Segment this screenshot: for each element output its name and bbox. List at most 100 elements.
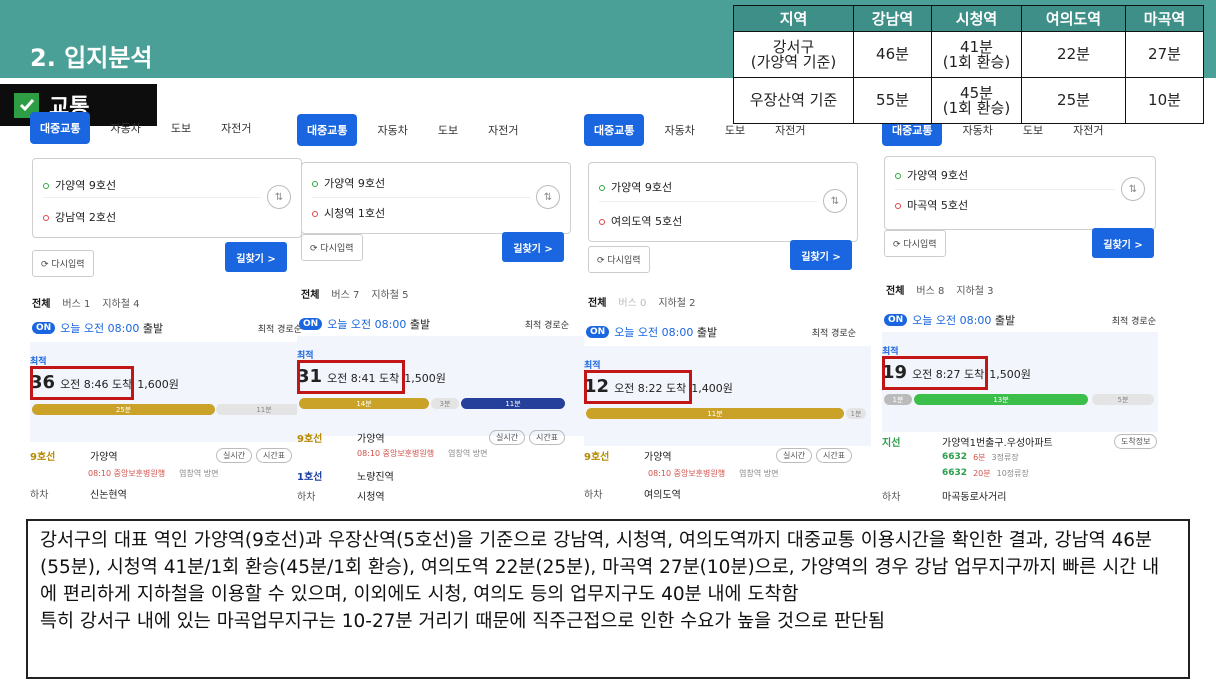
filter-all[interactable]: 전체 <box>301 286 319 301</box>
sort-dropdown[interactable]: 최적 경로순 <box>525 318 569 331</box>
realtime-button[interactable]: 실시간 <box>489 430 526 445</box>
highlight-box <box>584 370 692 404</box>
reset-button[interactable]: ⟳ 다시입력 <box>32 250 94 277</box>
table-cell: 45분 (1회 환승) <box>931 77 1022 124</box>
fare: 1,500원 <box>989 368 1031 381</box>
filter-bus[interactable]: 버스 0 <box>618 294 646 309</box>
realtime-button[interactable]: 실시간 <box>776 448 813 463</box>
highlight-box <box>297 360 405 394</box>
alight-label: 하차 <box>30 490 49 501</box>
timetable-button[interactable]: 시간표 <box>529 430 566 445</box>
train-heading: 염창역 방면 <box>448 449 488 458</box>
origin-dot-icon <box>312 181 318 187</box>
tab-bike[interactable]: 자전거 <box>478 114 528 146</box>
route-result-card[interactable]: 최적 12 오전 8:22 도착 1,400원 11분 1분 <box>584 346 871 446</box>
reset-button[interactable]: ⟳ 다시입력 <box>884 230 946 257</box>
destination-field[interactable]: 시청역 1호선 <box>312 205 385 221</box>
segment-bar: 5분 <box>1092 394 1154 405</box>
on-badge: ON <box>586 326 610 338</box>
realtime-button[interactable]: 실시간 <box>216 448 253 463</box>
filter-bus[interactable]: 버스 8 <box>916 282 944 297</box>
table-cell: 55분 <box>853 77 932 124</box>
origin-dot-icon <box>599 185 605 191</box>
origin-label: 가양역 9호선 <box>611 181 673 194</box>
tab-bike[interactable]: 자전거 <box>211 112 261 144</box>
search-button[interactable]: 길찾기 > <box>1092 228 1154 258</box>
origin-field[interactable]: 가양역 9호선 <box>312 175 385 191</box>
origin-field[interactable]: 가양역 9호선 <box>895 167 968 183</box>
tab-transit[interactable]: 대중교통 <box>30 112 91 144</box>
origin-field[interactable]: 가양역 9호선 <box>599 179 672 195</box>
tab-walk[interactable]: 도보 <box>161 112 201 144</box>
step-row: 지선 가양역1번출구.우성아파트 <box>882 434 1053 449</box>
origin-dot-icon <box>43 183 49 189</box>
departure-time[interactable]: 오늘 오전 08:00 <box>614 324 693 340</box>
step-row: 하차 여의도역 <box>584 486 681 501</box>
origin-label: 가양역 9호선 <box>55 179 117 192</box>
sort-dropdown[interactable]: 최적 경로순 <box>258 322 302 335</box>
filter-subway[interactable]: 지하철 3 <box>956 282 993 297</box>
departure-label: 출발 <box>696 326 718 339</box>
segment-bar: 11분 <box>586 408 844 419</box>
reset-button[interactable]: ⟳ 다시입력 <box>301 234 363 261</box>
filter-all[interactable]: 전체 <box>886 282 904 297</box>
arrival-info-button[interactable]: 도착정보 <box>1114 434 1158 449</box>
tab-car[interactable]: 자동차 <box>367 114 417 146</box>
search-button[interactable]: 길찾기 > <box>502 232 564 262</box>
departure-time[interactable]: 오늘 오전 08:00 <box>60 320 139 336</box>
filter-bus[interactable]: 버스 7 <box>331 286 359 301</box>
swap-icon[interactable]: ⇅ <box>536 185 560 209</box>
route-panel-cityhall: 대중교통 자동차 도보 자전거 가양역 9호선 시청역 1호선 ⇅ ⟳ 다시입력… <box>297 110 584 510</box>
departure-time[interactable]: 오늘 오전 08:00 <box>912 312 991 328</box>
route-input-box: 가양역 9호선 여의도역 5호선 ⇅ <box>588 162 858 242</box>
bus-number: 6632 <box>942 468 968 478</box>
route-result-card[interactable]: 최적 19 오전 8:27 도착 1,500원 1분 13분 5분 <box>882 332 1158 432</box>
destination-label: 여의도역 5호선 <box>611 215 683 228</box>
departure-row: ON 오늘 오전 08:00 출발 최적 경로순 <box>586 324 856 340</box>
step-row: 9호선 가양역 <box>297 430 385 445</box>
swap-icon[interactable]: ⇅ <box>823 189 847 213</box>
sort-dropdown[interactable]: 최적 경로순 <box>1112 314 1156 327</box>
segment-bar: 11분 <box>461 398 565 409</box>
table-header-row: 지역 강남역 시청역 여의도역 마곡역 <box>733 5 1204 32</box>
tab-car[interactable]: 자동차 <box>100 112 150 144</box>
tab-transit[interactable]: 대중교통 <box>297 114 358 146</box>
filter-tabs: 전체 버스 7 지하철 5 <box>301 286 409 301</box>
refresh-icon: ⟳ <box>41 260 52 270</box>
filter-all[interactable]: 전체 <box>32 295 50 310</box>
departure-label: 출발 <box>142 322 164 335</box>
train-heading: 염창역 방면 <box>739 469 779 478</box>
filter-subway[interactable]: 지하철 2 <box>658 294 695 309</box>
commute-table: 지역 강남역 시청역 여의도역 마곡역 강서구 (가양역 기준) 46분 41분… <box>733 5 1204 124</box>
filter-all[interactable]: 전체 <box>588 294 606 309</box>
route-panel-yeouido: 대중교통 자동차 도보 자전거 가양역 9호선 여의도역 5호선 ⇅ ⟳ 다시입… <box>584 110 871 510</box>
table-row: 강서구 (가양역 기준) 46분 41분 (1회 환승) 22분 27분 <box>733 31 1204 78</box>
table-cell: 10분 <box>1125 77 1204 124</box>
swap-icon[interactable]: ⇅ <box>267 185 291 209</box>
line-label: 지선 <box>882 438 901 449</box>
on-badge: ON <box>32 322 56 334</box>
timetable-button[interactable]: 시간표 <box>816 448 853 463</box>
destination-field[interactable]: 여의도역 5호선 <box>599 213 682 229</box>
route-result-card[interactable]: 최적 31 오전 8:41 도착 1,500원 14분 3분 11분 <box>297 336 584 436</box>
destination-field[interactable]: 마곡역 5호선 <box>895 197 968 213</box>
swap-icon[interactable]: ⇅ <box>1121 177 1145 201</box>
origin-field[interactable]: 가양역 9호선 <box>43 177 116 193</box>
tab-transit[interactable]: 대중교통 <box>584 114 645 146</box>
sort-dropdown[interactable]: 최적 경로순 <box>812 326 856 339</box>
tab-car[interactable]: 자동차 <box>654 114 704 146</box>
filter-subway[interactable]: 지하철 4 <box>102 295 139 310</box>
search-button[interactable]: 길찾기 > <box>790 240 852 270</box>
route-result-card[interactable]: 최적 36 오전 8:46 도착 1,600원 25분 11분 <box>30 342 317 442</box>
search-button[interactable]: 길찾기 > <box>225 242 287 272</box>
filter-subway[interactable]: 지하철 5 <box>371 286 408 301</box>
line-label: 9호선 <box>30 452 56 463</box>
bus-info: 6632 6분 3정류장 <box>942 452 1019 463</box>
departure-time[interactable]: 오늘 오전 08:00 <box>327 316 406 332</box>
filter-bus[interactable]: 버스 1 <box>62 295 90 310</box>
tab-walk[interactable]: 도보 <box>428 114 468 146</box>
reset-button[interactable]: ⟳ 다시입력 <box>588 246 650 273</box>
destination-field[interactable]: 강남역 2호선 <box>43 209 116 225</box>
departure-row: ON 오늘 오전 08:00 출발 최적 경로순 <box>32 320 302 336</box>
timetable-button[interactable]: 시간표 <box>256 448 293 463</box>
